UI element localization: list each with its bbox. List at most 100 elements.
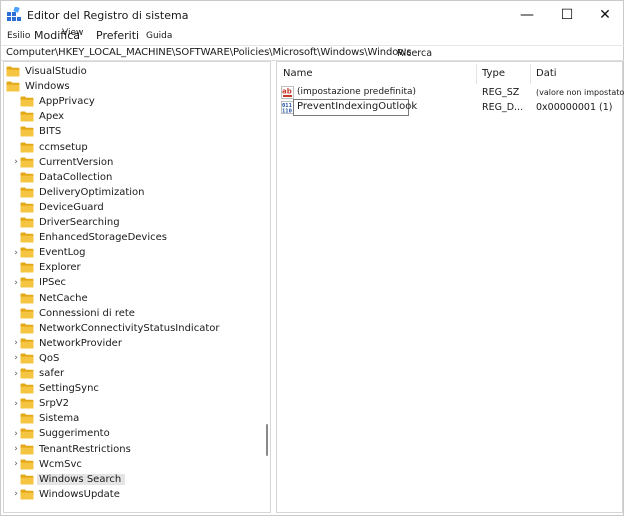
tree-item[interactable]: AppPrivacy — [12, 94, 95, 109]
tree-item[interactable]: EnhancedStorageDevices — [12, 230, 167, 245]
tree-item[interactable]: › Suggerimento — [12, 426, 110, 441]
tree-item[interactable]: NetCache — [12, 291, 88, 306]
tree-item[interactable]: Windows — [6, 79, 70, 94]
tree-item[interactable]: NetworkConnectivityStatusIndicator — [12, 321, 219, 336]
chevron-right-icon[interactable]: › — [12, 487, 20, 502]
tree-item[interactable]: DataCollection — [12, 170, 112, 185]
registry-values-pane[interactable]: Name Type Dati ab (impostazione predefin… — [276, 61, 624, 513]
folder-icon — [20, 368, 34, 379]
tree-item[interactable]: › NetworkProvider — [12, 336, 122, 351]
menu-view[interactable]: View — [62, 28, 83, 38]
tree-item[interactable]: VisualStudio — [6, 64, 87, 79]
tree-item[interactable]: › SrpV2 — [12, 396, 69, 411]
value-row[interactable]: 011 110 PreventIndexingOutlook REG_D... … — [277, 99, 622, 116]
svg-text:ab: ab — [282, 88, 292, 96]
tree-item-label: DeliveryOptimization — [39, 186, 145, 198]
tree-item[interactable]: Sistema — [12, 411, 79, 426]
column-header-type[interactable]: Type — [482, 68, 505, 79]
menu-help[interactable]: Guida — [146, 31, 172, 41]
title-bar[interactable]: Editor del Registro di sistema — ☐ ✕ — [1, 1, 623, 29]
maximize-button[interactable]: ☐ — [549, 1, 585, 29]
chevron-right-icon[interactable]: › — [12, 275, 20, 290]
tree-item[interactable]: › IPSec — [12, 275, 66, 290]
tree-item[interactable]: BITS — [12, 124, 61, 139]
tree-item[interactable]: Connessioni di rete — [12, 306, 135, 321]
tree-item[interactable]: ccmsetup — [12, 140, 88, 155]
chevron-right-icon[interactable]: › — [12, 245, 20, 260]
tree-item[interactable]: DeviceGuard — [12, 200, 104, 215]
menu-bar: Esilio Modifica View Preferiti Guida — [1, 28, 623, 44]
tree-item[interactable]: › EventLog — [12, 245, 85, 260]
column-header-name[interactable]: Name — [283, 68, 313, 79]
tree-item[interactable]: › QoS — [12, 351, 59, 366]
folder-icon — [20, 353, 34, 364]
menu-file[interactable]: Esilio — [7, 31, 30, 41]
value-row[interactable]: ab (impostazione predefinita) REG_SZ (va… — [277, 85, 624, 100]
menu-favorites[interactable]: Preferiti — [96, 29, 139, 42]
tree-item[interactable]: Explorer — [12, 260, 81, 275]
column-separator[interactable] — [530, 64, 531, 84]
folder-icon — [6, 81, 20, 92]
tree-item[interactable]: › TenantRestrictions — [12, 442, 131, 457]
folder-icon — [20, 428, 34, 439]
value-name-edit-field[interactable]: PreventIndexingOutlook — [293, 99, 417, 116]
tree-item[interactable]: Windows Search — [12, 472, 126, 487]
tree-item-label: TenantRestrictions — [39, 443, 131, 455]
tree-item-label: NetworkProvider — [39, 337, 122, 349]
folder-icon — [20, 338, 34, 349]
tree-item[interactable]: DeliveryOptimization — [12, 185, 144, 200]
folder-icon — [20, 262, 34, 273]
tree-item-label: DriverSearching — [39, 217, 120, 228]
folder-icon — [20, 398, 34, 409]
tree-item[interactable]: › WcmSvc — [12, 457, 82, 472]
tree-item[interactable]: › WindowsUpdate — [12, 487, 120, 502]
minimize-button[interactable]: — — [509, 1, 545, 29]
tree-item[interactable]: DriverSearching — [12, 215, 120, 230]
chevron-right-icon[interactable]: › — [12, 457, 20, 472]
tree-scrollbar-thumb[interactable] — [266, 424, 268, 456]
chevron-right-icon[interactable]: › — [12, 426, 20, 441]
chevron-right-icon[interactable]: › — [12, 396, 20, 411]
chevron-right-icon[interactable]: › — [12, 155, 20, 170]
string-value-icon: ab — [281, 86, 294, 99]
folder-icon — [20, 96, 34, 107]
tree-item-label: Windows — [25, 81, 70, 93]
address-bar[interactable]: Computer\HKEY_LOCAL_MACHINE\SOFTWARE\Pol… — [1, 45, 624, 61]
folder-icon — [20, 459, 34, 470]
folder-icon — [20, 232, 34, 243]
chevron-right-icon[interactable]: › — [12, 442, 20, 457]
close-button[interactable]: ✕ — [587, 1, 623, 29]
folder-icon — [20, 142, 34, 153]
chevron-right-icon[interactable]: › — [12, 336, 20, 351]
folder-icon — [20, 217, 34, 228]
column-separator[interactable] — [476, 64, 477, 84]
tree-item-label: NetworkConnectivityStatusIndicator — [39, 322, 220, 334]
folder-icon — [20, 277, 34, 288]
chevron-right-icon[interactable]: › — [12, 351, 20, 366]
tree-item[interactable]: SettingSync — [12, 381, 99, 396]
address-path[interactable]: Computer\HKEY_LOCAL_MACHINE\SOFTWARE\Pol… — [6, 47, 412, 58]
tree-item-label: IPSec — [39, 277, 66, 289]
tree-item-label: Connessioni di rete — [39, 307, 135, 319]
registry-key-tree[interactable]: VisualStudio Windows AppPrivacy Apex BITS ccm… — [3, 61, 271, 513]
address-path-tail[interactable]: Ricerca — [397, 48, 432, 59]
tree-scrollbar[interactable] — [262, 62, 270, 512]
tree-item[interactable]: Apex — [12, 109, 64, 124]
tree-item[interactable]: › CurrentVersion — [12, 155, 113, 170]
folder-icon — [20, 111, 34, 122]
tree-item[interactable]: › safer — [12, 366, 64, 381]
registry-editor-app-icon — [7, 6, 21, 21]
tree-item-label: SettingSync — [39, 383, 99, 395]
column-header-data[interactable]: Dati — [536, 68, 557, 79]
chevron-right-icon[interactable]: › — [12, 366, 20, 381]
